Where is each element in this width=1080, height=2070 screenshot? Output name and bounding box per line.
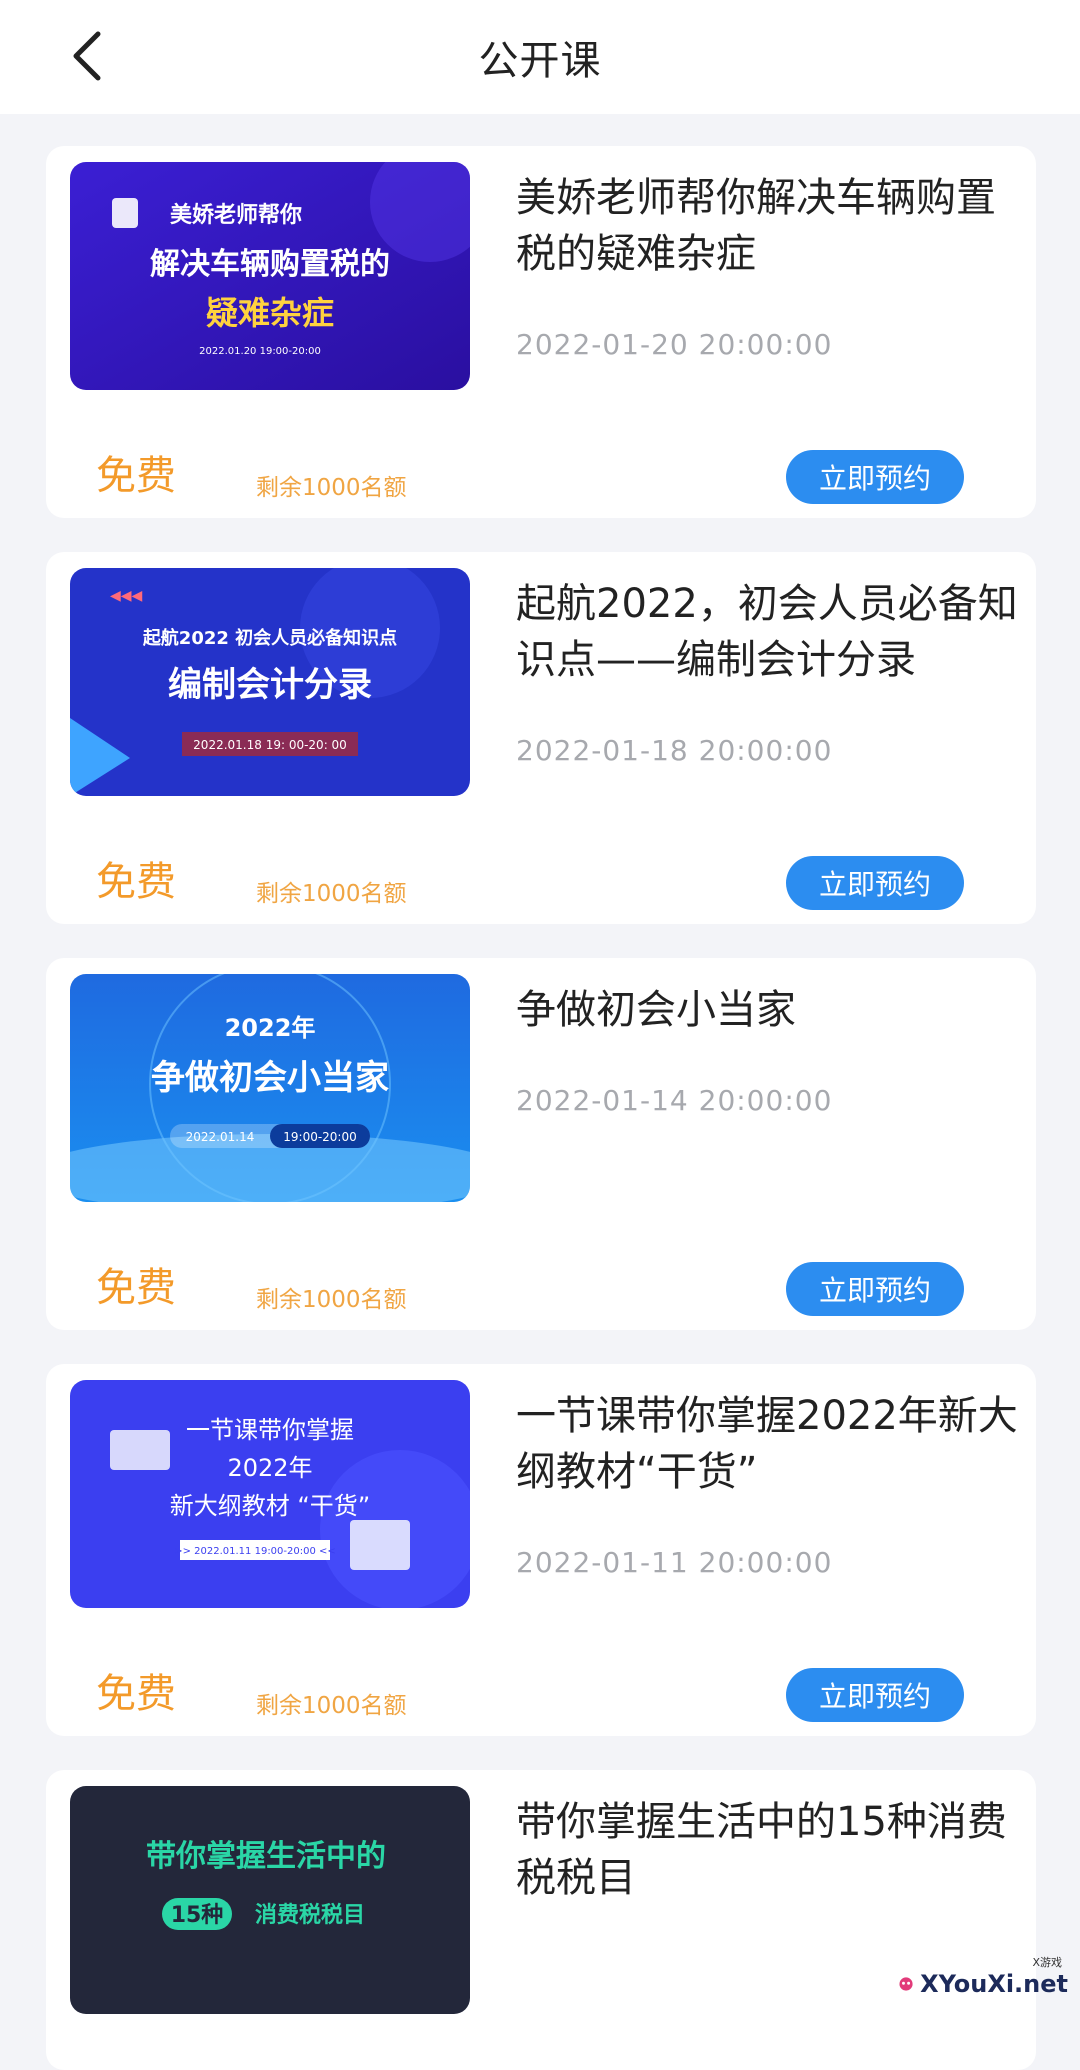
remaining-seats: 剩余1000名额 — [256, 475, 407, 501]
course-time: 2022-01-11 20:00:00 — [516, 1546, 833, 1579]
course-card[interactable]: 带你掌握生活中的 15种 消费税税目 带你掌握生活中的15种消费税税目 — [46, 1770, 1036, 2070]
course-card[interactable]: 美娇老师帮你 解决车辆购置税的 疑难杂症 2022.01.20 19:00-20… — [46, 146, 1036, 518]
svg-text:美娇老师帮你: 美娇老师帮你 — [170, 202, 302, 228]
course-time: 2022-01-18 20:00:00 — [516, 734, 833, 767]
course-time: 2022-01-20 20:00:00 — [516, 328, 833, 361]
svg-text:2022年: 2022年 — [227, 1454, 312, 1482]
svg-text:新大纲教材 “干货”: 新大纲教材 “干货” — [170, 1492, 371, 1520]
course-card[interactable]: 2022年 争做初会小当家 2022.01.14 19:00-20:00 争做初… — [46, 958, 1036, 1330]
course-title[interactable]: 争做初会小当家 — [516, 982, 1026, 1038]
svg-text:2022年: 2022年 — [225, 1014, 316, 1042]
remaining-seats: 剩余1000名额 — [256, 1693, 407, 1719]
course-title[interactable]: 一节课带你掌握2022年新大纲教材“干货” — [516, 1388, 1026, 1500]
price-label: 免费 — [96, 1671, 176, 1717]
svg-text:2022.01.14: 2022.01.14 — [186, 1130, 255, 1144]
course-card[interactable]: ◀◀◀ 起航2022 初会人员必备知识点 编制会计分录 2022.01.18 1… — [46, 552, 1036, 924]
svg-text:2022.01.18 19: 00-20: 00: 2022.01.18 19: 00-20: 00 — [193, 738, 347, 752]
svg-text:◀◀◀: ◀◀◀ — [110, 588, 143, 604]
svg-text:带你掌握生活中的: 带你掌握生活中的 — [146, 1839, 386, 1874]
price-label: 免费 — [96, 1265, 176, 1311]
course-card[interactable]: 一节课带你掌握 2022年 新大纲教材 “干货” >> 2022.01.11 1… — [46, 1364, 1036, 1736]
course-thumbnail[interactable]: 2022年 争做初会小当家 2022.01.14 19:00-20:00 — [70, 974, 470, 1202]
back-button[interactable] — [58, 26, 118, 86]
course-thumbnail[interactable]: 带你掌握生活中的 15种 消费税税目 — [70, 1786, 470, 2014]
price-label: 免费 — [96, 859, 176, 905]
watermark: XYouXi.net X游戏 — [898, 1954, 1068, 2014]
top-bar: 公开课 — [0, 0, 1080, 114]
watermark-text: XYouXi.net — [920, 1970, 1068, 1998]
remaining-seats: 剩余1000名额 — [256, 881, 407, 907]
watermark-small-text: X游戏 — [1032, 1956, 1062, 1969]
reserve-button[interactable]: 立即预约 — [786, 1668, 964, 1722]
reserve-button[interactable]: 立即预约 — [786, 450, 964, 504]
svg-text:2022.01.20 19:00-20:00: 2022.01.20 19:00-20:00 — [199, 346, 321, 357]
course-thumbnail[interactable]: ◀◀◀ 起航2022 初会人员必备知识点 编制会计分录 2022.01.18 1… — [70, 568, 470, 796]
course-time: 2022-01-14 20:00:00 — [516, 1084, 833, 1117]
course-title[interactable]: 带你掌握生活中的15种消费税税目 — [516, 1794, 1026, 1906]
svg-text:起航2022 初会人员必备知识点: 起航2022 初会人员必备知识点 — [142, 627, 397, 649]
remaining-seats: 剩余1000名额 — [256, 1287, 407, 1313]
svg-text:争做初会小当家: 争做初会小当家 — [151, 1058, 389, 1098]
course-title[interactable]: 起航2022，初会人员必备知识点——编制会计分录 — [516, 576, 1026, 688]
watermark-logo-icon — [899, 1977, 913, 1991]
svg-text:15种: 15种 — [171, 1903, 224, 1928]
svg-text:>> 2022.01.11 19:00-20:00 <<: >> 2022.01.11 19:00-20:00 << — [174, 1546, 336, 1557]
svg-text:一节课带你掌握: 一节课带你掌握 — [186, 1416, 354, 1444]
chevron-left-icon — [73, 31, 101, 81]
reserve-button[interactable]: 立即预约 — [786, 856, 964, 910]
svg-text:19:00-20:00: 19:00-20:00 — [283, 1130, 357, 1144]
course-title[interactable]: 美娇老师帮你解决车辆购置税的疑难杂症 — [516, 170, 1026, 282]
svg-text:消费税税目: 消费税税目 — [255, 1902, 365, 1928]
price-label: 免费 — [96, 453, 176, 499]
reserve-button[interactable]: 立即预约 — [786, 1262, 964, 1316]
course-thumbnail[interactable]: 一节课带你掌握 2022年 新大纲教材 “干货” >> 2022.01.11 1… — [70, 1380, 470, 1608]
svg-text:疑难杂症: 疑难杂症 — [206, 294, 334, 332]
svg-text:解决车辆购置税的: 解决车辆购置税的 — [150, 247, 390, 282]
svg-text:编制会计分录: 编制会计分录 — [168, 665, 372, 705]
page-title: 公开课 — [478, 38, 602, 84]
course-thumbnail[interactable]: 美娇老师帮你 解决车辆购置税的 疑难杂症 2022.01.20 19:00-20… — [70, 162, 470, 390]
